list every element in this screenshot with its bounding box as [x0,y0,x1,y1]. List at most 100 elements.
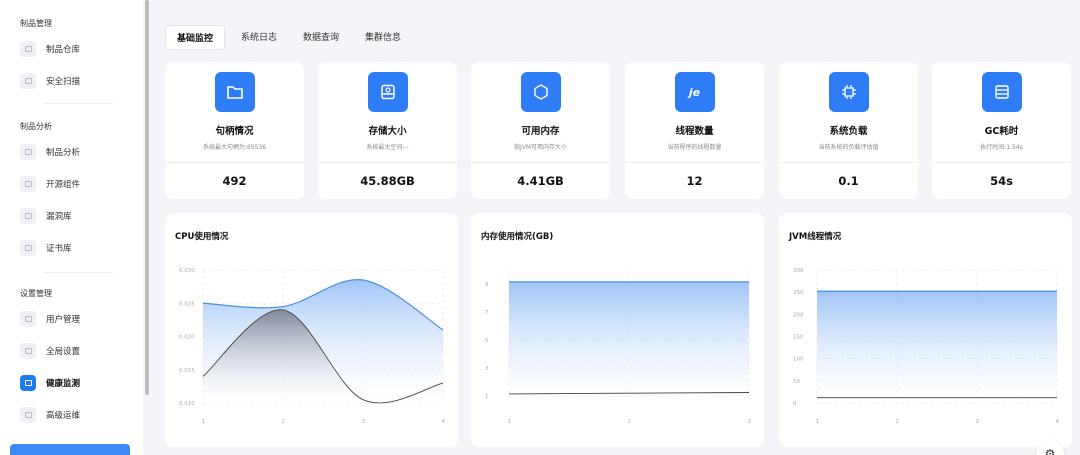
stat-value: 12 [686,174,703,188]
y-tick-label: 250 [793,290,804,296]
divider [471,162,610,163]
divider [625,162,764,163]
x-tick-label: 1 [816,419,820,425]
x-tick-label: 1 [202,419,206,425]
x-tick-label: 2 [896,419,900,425]
divider [165,162,304,163]
stat-card-storage: 存储大小 系统最大空间:-- 45.88GB [318,62,457,199]
stat-subtitle: 当前系统的负载评估值 [818,144,879,151]
sidebar-section-title: 制品分析 [20,122,52,131]
sidebar-scrollbar[interactable] [145,0,149,395]
sidebar-item-label: 健康监测 [46,379,81,389]
divider [44,272,114,273]
bug-icon [20,208,36,224]
list-icon [20,176,36,192]
x-tick-label: 3 [976,419,980,425]
sidebar-item-label: 安全扫描 [46,77,81,87]
tab-cluster-info[interactable]: 集群信息 [365,25,401,50]
y-tick-label: 9 [485,282,489,288]
cpu-icon [828,72,869,112]
sidebar-item-advanced-ops[interactable]: 高级运维 [20,404,135,426]
x-tick-label: 2 [628,419,632,425]
stat-subtitle: 指JVM可用内存大小 [513,144,568,151]
stat-subtitle: 系统最大句柄为:65536 [202,144,267,151]
stat-value: 45.88GB [360,174,415,188]
chart-card-memory: 内存使用情况(GB) 13579123 [471,213,764,447]
sidebar-item-user-mgmt[interactable]: 用户管理 [20,308,135,330]
x-tick-label: 3 [748,419,752,425]
chart-plot: 0.010 0.015 0.020 0.025 0.030 1 2 3 4 [179,268,446,425]
disk-icon [367,72,408,112]
sidebar-section-title: 制品管理 [20,19,52,28]
divider [932,162,1071,163]
user-icon [20,311,36,327]
y-tick-label: 7 [485,310,489,316]
sidebar-item-license-db[interactable]: 证书库 [20,237,135,259]
sidebar-item-label: 全局设置 [46,347,81,357]
y-tick-label: 50 [793,379,800,385]
stat-card-memory: 可用内存 指JVM可用内存大小 4.41GB [471,62,610,199]
tab-system-log[interactable]: 系统日志 [241,25,277,50]
chart-icon [20,144,36,160]
java-icon [520,72,561,112]
x-tick-label: 4 [442,419,446,425]
y-tick-label: 0.010 [179,401,195,407]
sidebar-item-global-settings[interactable]: 全局设置 [20,340,135,362]
chart-plot: 1 3 5 7 9 1 2 3 [485,270,752,425]
x-tick-label: 1 [508,419,512,425]
sidebar-item-label: 漏洞库 [46,212,72,222]
grid-icon [20,41,36,57]
sidebar-item-label: 用户管理 [46,315,81,325]
monitor-icon [20,375,36,391]
sidebar-item-label: 制品分析 [46,148,81,158]
stat-subtitle: 执行时间:1.54s [980,144,1023,151]
chart-card-cpu: CPU使用情况 0.010 0.015 0.020 0.025 0.030 1 2 3 4 [165,213,458,447]
sidebar-item-artifact-repo[interactable]: 制品仓库 [20,38,135,60]
tab-bar: 基础监控 系统日志 数据查询 集群信息 [165,25,427,50]
x-tick-label: 3 [362,419,366,425]
document-icon [20,240,36,256]
tab-basic-monitor[interactable]: 基础监控 [165,25,226,50]
sidebar-item-artifact-analysis[interactable]: 制品分析 [20,141,135,163]
gear-icon: ⚙ [1044,447,1056,455]
stat-card-gc: GC耗时 执行时间:1.54s 54s [932,62,1071,199]
server-icon [981,72,1022,112]
divider [779,162,918,163]
sidebar-section-title: 设置管理 [20,289,52,298]
stat-title: 句柄情况 [215,126,254,137]
stat-card-handles: 句柄情况 系统最大句柄为:65536 492 [165,62,304,199]
stat-title: 存储大小 [368,126,407,137]
stat-card-load: 系统负载 当前系统的负载评估值 0.1 [779,62,918,199]
y-tick-label: 100 [793,357,804,363]
chart-card-jvm-threads: JVM线程情况 0 50 100 150 200 250 300 1 2 3 4 [779,213,1072,447]
y-tick-label: 0.015 [179,368,195,374]
sidebar-item-health-monitor[interactable]: 健康监测 [20,372,135,394]
stat-value: 0.1 [838,174,859,188]
y-tick-label: 0 [793,401,797,407]
stat-value: 4.41GB [517,174,564,188]
y-tick-label: 0.030 [179,268,195,274]
sidebar-item-open-source[interactable]: 开源组件 [20,173,135,195]
divider [318,162,457,163]
sidebar: 制品管理 制品仓库 安全扫描 制品分析 制品分析 开源组件 漏洞库 证书库 设置… [0,0,143,455]
x-tick-label: 2 [282,419,286,425]
tab-data-query[interactable]: 数据查询 [303,25,339,50]
y-tick-label: 1 [485,394,489,400]
folder-icon [214,72,255,112]
tools-icon [20,407,36,423]
divider [44,103,114,104]
stat-subtitle: 系统最大空间:-- [366,144,409,151]
sidebar-bottom-button[interactable] [10,444,130,455]
stat-value: 492 [222,174,247,188]
stat-title: 可用内存 [521,126,560,137]
stat-subtitle: 当前程序的线程数量 [667,144,722,151]
sidebar-item-security-scan[interactable]: 安全扫描 [20,70,135,92]
y-tick-label: 0.020 [179,335,195,341]
stat-card-threads: je 线程数量 当前程序的线程数量 12 [625,62,764,199]
sidebar-item-vuln-db[interactable]: 漏洞库 [20,205,135,227]
stat-value: 54s [990,174,1013,188]
series-area [509,281,749,403]
y-tick-label: 200 [793,312,804,318]
je-icon: je [674,72,715,112]
sidebar-item-label: 制品仓库 [46,45,81,55]
